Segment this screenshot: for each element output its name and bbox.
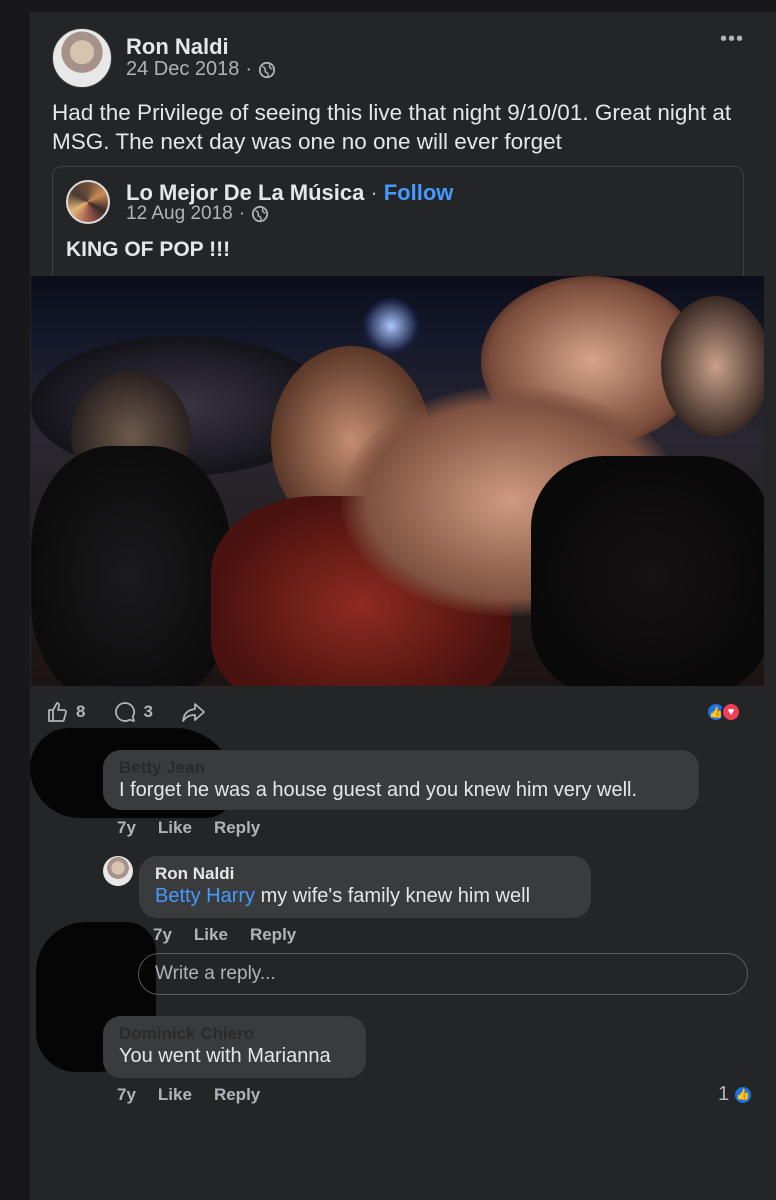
reply-like-button[interactable]: Like bbox=[194, 925, 228, 945]
like-count: 8 bbox=[76, 702, 86, 721]
comment-time[interactable]: 7y bbox=[117, 1085, 136, 1105]
shared-page-avatar[interactable] bbox=[66, 180, 110, 224]
comment-meta: 7y Like Reply bbox=[117, 818, 260, 838]
shared-post-meta: 12 Aug 2018 · bbox=[126, 203, 269, 225]
post-text: Had the Privilege of seeing this live th… bbox=[52, 100, 732, 154]
love-reaction-icon: ♥ bbox=[721, 702, 741, 722]
globe-icon bbox=[258, 61, 276, 78]
concert-crowd-photo[interactable] bbox=[31, 276, 764, 686]
comment-text: You went with Marianna bbox=[119, 1045, 331, 1067]
globe-icon bbox=[251, 205, 269, 223]
share-icon bbox=[182, 703, 205, 722]
shared-post-date[interactable]: 12 Aug 2018 bbox=[126, 203, 233, 225]
comment-text: I forget he was a house guest and you kn… bbox=[119, 779, 638, 801]
meta-separator: · bbox=[245, 58, 253, 80]
post-date[interactable]: 24 Dec 2018 bbox=[126, 58, 239, 81]
reply-time[interactable]: 7y bbox=[153, 925, 172, 945]
reply-text-line: Betty Harry my wife's family knew him we… bbox=[155, 884, 575, 908]
meta-separator: · bbox=[238, 203, 246, 224]
comment-bubble: Dominick Chiero You went with Marianna bbox=[103, 1016, 366, 1078]
reaction-count: 1 bbox=[718, 1083, 730, 1105]
post-meta: 24 Dec 2018 · bbox=[126, 58, 276, 81]
post-author-name[interactable]: Ron Naldi bbox=[126, 34, 229, 60]
write-reply-input[interactable]: Write a reply... bbox=[138, 953, 748, 995]
comment-icon bbox=[115, 702, 136, 722]
comment-like-button[interactable]: Like bbox=[158, 1085, 192, 1105]
more-options-button[interactable]: ••• bbox=[720, 28, 744, 51]
comment-button[interactable]: 3 bbox=[113, 700, 153, 724]
comment-reply-button[interactable]: Reply bbox=[214, 1085, 260, 1105]
comment-time[interactable]: 7y bbox=[117, 818, 136, 838]
reply-meta: 7y Like Reply bbox=[153, 925, 296, 945]
comment-meta: 7y Like Reply bbox=[117, 1085, 260, 1105]
share-button[interactable] bbox=[181, 700, 207, 724]
comment-bubble: Betty Jean I forget he was a house guest… bbox=[103, 750, 699, 810]
comment-like-button[interactable]: Like bbox=[158, 818, 192, 838]
author-avatar[interactable] bbox=[52, 28, 112, 88]
meta-separator: · bbox=[370, 180, 378, 205]
like-button[interactable]: 8 bbox=[46, 700, 85, 724]
post-actions: 8 3 bbox=[46, 700, 225, 724]
like-reaction-icon: 👍 bbox=[733, 1084, 754, 1105]
reply-reply-button[interactable]: Reply bbox=[250, 925, 296, 945]
thumbs-up-icon bbox=[48, 702, 67, 722]
reply-text: my wife's family knew him well bbox=[255, 885, 531, 907]
reply-bubble: Ron Naldi Betty Harry my wife's family k… bbox=[139, 856, 591, 918]
shared-post-text: KING OF POP !!! bbox=[66, 238, 231, 261]
reaction-summary[interactable]: 👍 ♥ bbox=[706, 702, 741, 722]
mention-link[interactable]: Betty Harry bbox=[155, 885, 255, 907]
reply-author-name[interactable]: Ron Naldi bbox=[155, 864, 575, 884]
comment-count: 3 bbox=[143, 702, 153, 721]
comment-author-name[interactable]: Betty Jean bbox=[119, 758, 683, 778]
comment-author-name[interactable]: Dominick Chiero bbox=[119, 1024, 350, 1044]
comment-reply-button[interactable]: Reply bbox=[214, 818, 260, 838]
follow-button[interactable]: Follow bbox=[384, 180, 454, 206]
comment-reaction-count[interactable]: 1 👍 bbox=[718, 1083, 754, 1106]
reply-author-avatar[interactable] bbox=[103, 856, 133, 886]
